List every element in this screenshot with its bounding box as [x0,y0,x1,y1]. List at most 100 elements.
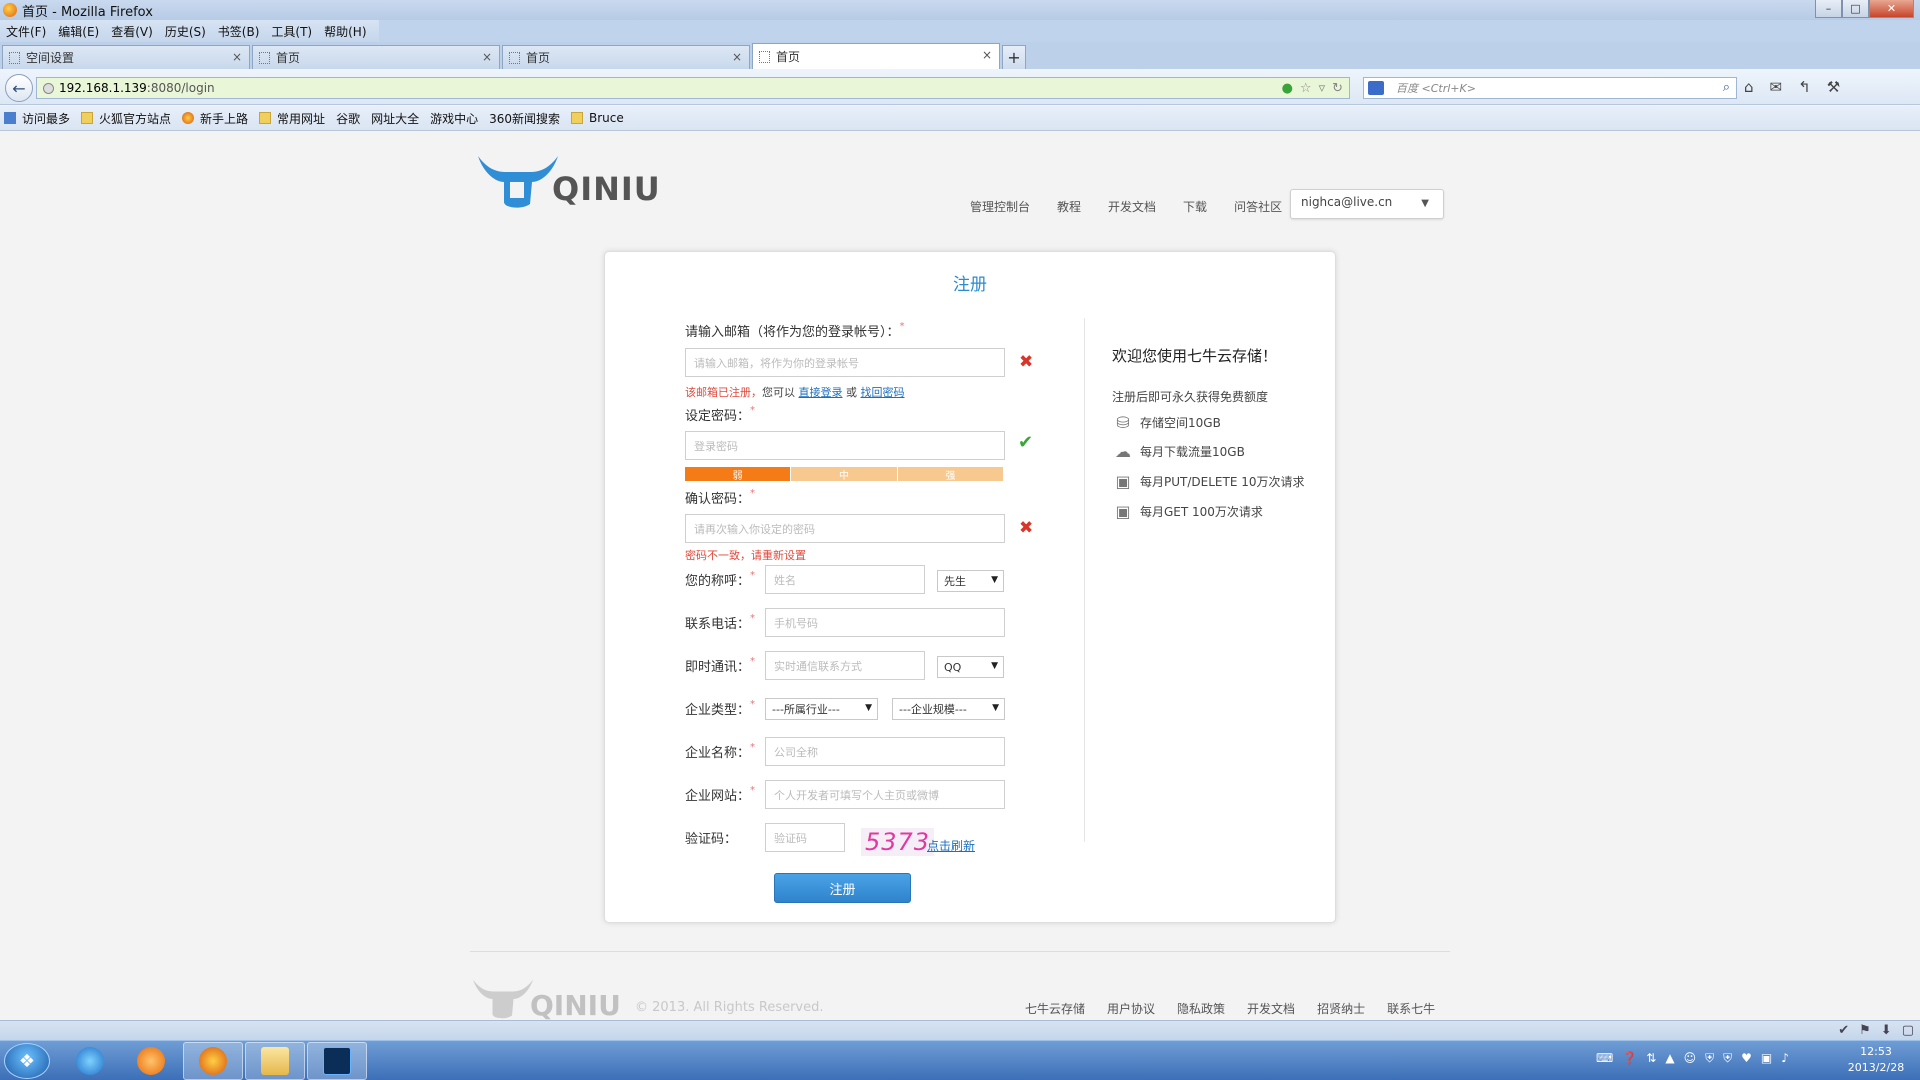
home-icon[interactable]: ⌂ [1744,78,1754,96]
bookmark-common-sites[interactable]: 常用网址 [259,110,325,127]
window-icon[interactable]: ▢ [1902,1023,1914,1038]
captcha-placeholder: 验证码 [774,831,807,845]
menu-file[interactable]: 文件(F) [0,23,52,40]
tool-icon[interactable]: ✔ [1838,1023,1849,1038]
menu-bookmarks[interactable]: 书签(B) [212,23,266,40]
tab-home-1[interactable]: 首页 × [252,45,500,69]
tab-space-settings[interactable]: 空间设置 × [2,45,250,69]
industry-select[interactable]: ---所属行业--- ▼ [765,698,878,720]
app-icon [137,1047,165,1075]
tray-expand-icon[interactable]: ▲ [1665,1051,1674,1066]
taskbar-ie[interactable] [60,1042,120,1080]
nav-docs[interactable]: 开发文档 [1108,198,1156,215]
recover-password-link[interactable]: 找回密码 [861,386,905,399]
go-icon[interactable]: ● [1282,81,1293,96]
footer-link-privacy[interactable]: 隐私政策 [1177,1000,1225,1017]
password-placeholder: 登录密码 [694,439,738,453]
tools-icon[interactable]: ⚒ [1827,78,1840,96]
bookmark-google[interactable]: 谷歌 [0,110,360,250]
heart-icon[interactable]: ♥ [1741,1051,1752,1066]
search-icon[interactable]: ⌕ [1723,80,1730,95]
nav-community[interactable]: 问答社区 [1234,198,1282,215]
security-icon[interactable]: ⛨ [1705,1051,1714,1066]
bookmark-label: 网址大全 [371,111,420,126]
download-icon[interactable]: ⬇ [1881,1023,1892,1038]
im-type-select[interactable]: QQ ▼ [937,656,1004,678]
bookmark-game-center[interactable]: 游戏中心 [0,110,478,250]
start-button[interactable]: ❖ [4,1043,50,1079]
site-identity-icon[interactable] [43,82,54,94]
nav-tutorial[interactable]: 教程 [1057,198,1081,215]
taskbar-photoshop[interactable] [307,1042,367,1080]
footer-link-jobs[interactable]: 招贤纳士 [1317,1000,1365,1017]
tab-close-icon[interactable]: × [482,50,492,64]
name-input[interactable]: 姓名 [765,565,925,594]
url-path: :8080/login [146,81,215,95]
menu-help[interactable]: 帮助(H) [318,23,372,40]
captcha-image[interactable]: 5373 [861,828,935,856]
bookmark-most-visited[interactable]: 访问最多 [4,110,70,127]
menu-view[interactable]: 查看(V) [105,23,159,40]
star-icon[interactable]: ☆ [1300,81,1312,96]
dropdown-icon[interactable]: ▿ [1319,81,1326,96]
reload-icon[interactable]: ↻ [1332,81,1343,96]
register-button[interactable]: 注册 [774,873,911,903]
bookmark-getting-started[interactable]: 新手上路 [182,110,248,127]
phone-input[interactable]: 手机号码 [765,608,1005,637]
footer-link-contact[interactable]: 联系七牛 [1387,1000,1435,1017]
bookmark-firefox-site[interactable]: 火狐官方站点 [81,110,171,127]
tab-close-icon[interactable]: × [232,50,242,64]
taskbar-explorer[interactable] [245,1042,305,1080]
captcha-refresh-link[interactable]: 点击刷新 [927,837,975,854]
bookmark-bruce[interactable]: Bruce [571,111,624,125]
shield-icon[interactable]: ⛨ [1723,1051,1732,1066]
monitor-icon[interactable]: ▣ [1761,1051,1772,1066]
menu-history[interactable]: 历史(S) [159,23,212,40]
direct-login-link[interactable]: 直接登录 [799,386,843,399]
flag-icon[interactable]: ⚑ [1859,1023,1871,1038]
im-input[interactable]: 实时通信联系方式 [765,651,925,680]
company-name-placeholder: 公司全称 [774,745,818,759]
footer-link-terms[interactable]: 用户协议 [1107,1000,1155,1017]
minimize-button[interactable]: – [1815,0,1842,18]
new-tab-button[interactable]: + [1002,45,1026,69]
qiniu-logo[interactable]: QINIU [474,152,660,212]
network-icon[interactable]: ⇅ [1646,1051,1656,1066]
bookmark-site-directory[interactable]: 网址大全 [0,110,420,250]
scale-select[interactable]: ---企业规模--- ▼ [892,698,1005,720]
share-icon[interactable]: ↰ [1798,78,1811,96]
nav-download[interactable]: 下载 [1183,198,1207,215]
tab-home-active[interactable]: 首页 × [752,43,1000,69]
close-window-button[interactable]: ✕ [1869,0,1914,18]
menu-tools[interactable]: 工具(T) [265,23,318,40]
back-button[interactable]: ← [5,74,33,102]
nav-console[interactable]: 管理控制台 [970,198,1030,215]
confirm-password-input[interactable]: 请再次输入你设定的密码 [685,514,1005,543]
tab-home-2[interactable]: 首页 × [502,45,750,69]
search-engine-icon[interactable] [1368,81,1384,95]
user-dropdown[interactable]: nighca@live.cn ▼ [1290,189,1444,219]
qq-icon[interactable]: ☺ [1684,1051,1697,1066]
taskbar-firefox[interactable] [183,1042,243,1080]
help-icon[interactable]: ❓ [1622,1051,1637,1066]
title-select[interactable]: 先生 ▼ [937,570,1004,592]
search-bar[interactable]: 百度 <Ctrl+K> ⌕ [1363,77,1737,99]
email-input[interactable]: 请输入邮箱，将作为你的登录帐号 [685,348,1005,377]
bookmark-360-news[interactable]: 360新闻搜索 [0,110,560,250]
menu-edit[interactable]: 编辑(E) [52,23,105,40]
footer-link-qiniu[interactable]: 七牛云存储 [1025,1000,1085,1017]
company-name-input[interactable]: 公司全称 [765,737,1005,766]
keyboard-icon[interactable]: ⌨ [1596,1051,1613,1066]
mail-icon[interactable]: ✉ [1770,78,1783,96]
tab-close-icon[interactable]: × [982,48,992,62]
clock[interactable]: 12:53 2013/2/28 [1838,1044,1914,1076]
maximize-button[interactable]: □ [1842,0,1869,18]
volume-icon[interactable]: ♪ [1781,1051,1789,1066]
password-input[interactable]: 登录密码 [685,431,1005,460]
taskbar-app[interactable] [121,1042,181,1080]
footer-link-docs[interactable]: 开发文档 [1247,1000,1295,1017]
url-bar[interactable]: 192.168.1.139 :8080/login ● ☆ ▿ ↻ [36,77,1350,99]
tab-close-icon[interactable]: × [732,50,742,64]
captcha-input[interactable]: 验证码 [765,823,845,852]
website-input[interactable]: 个人开发者可填写个人主页或微博 [765,780,1005,809]
